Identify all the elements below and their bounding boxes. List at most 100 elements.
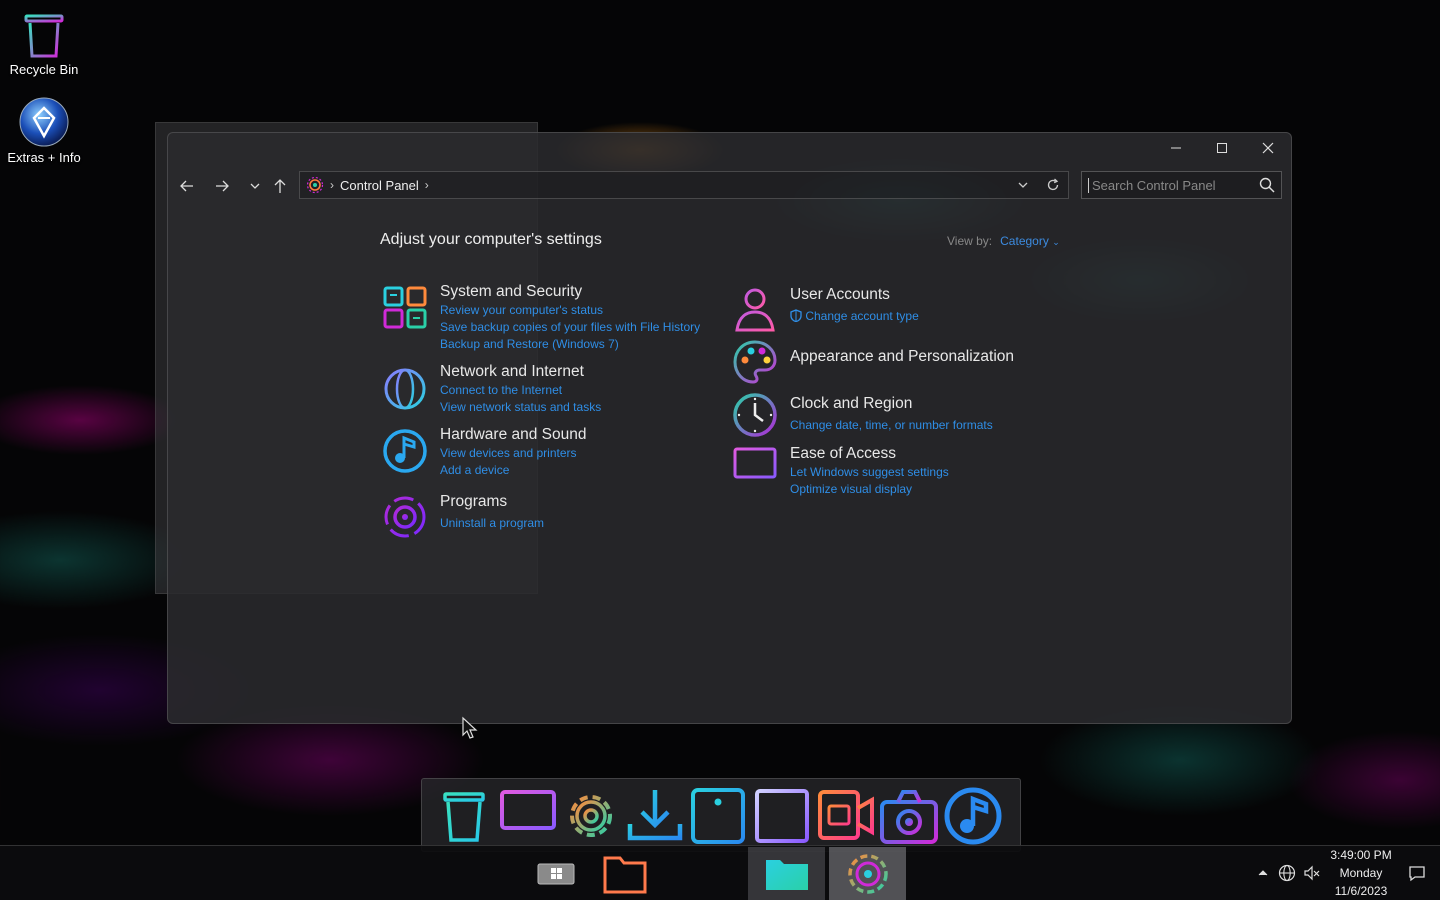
video-icon: [818, 790, 874, 840]
tray-overflow-button[interactable]: [1252, 862, 1274, 884]
category-title[interactable]: Appearance and Personalization: [790, 348, 1014, 366]
category-title[interactable]: User Accounts: [790, 286, 890, 304]
link-date-formats[interactable]: Change date, time, or number formats: [790, 418, 993, 432]
dock: [421, 778, 1021, 852]
page-title: Adjust your computer's settings: [380, 231, 602, 248]
network-icon: [1278, 864, 1296, 882]
category-title[interactable]: Ease of Access: [790, 445, 896, 463]
minimize-button[interactable]: [1153, 133, 1199, 163]
category-title[interactable]: Network and Internet: [440, 363, 584, 381]
category-hardware-sound: Hardware and Sound View devices and prin…: [381, 426, 721, 480]
link-review-status[interactable]: Review your computer's status: [440, 303, 603, 317]
dock-item-recycle-bin[interactable]: [433, 784, 495, 848]
desktop-icon-recycle-bin[interactable]: Recycle Bin: [1, 12, 87, 77]
link-change-account-type[interactable]: Change account type: [790, 309, 919, 323]
link-connect-internet[interactable]: Connect to the Internet: [440, 383, 562, 397]
clock-date: 11/6/2023: [1334, 884, 1388, 898]
link-backup-restore[interactable]: Backup and Restore (Windows 7): [440, 337, 619, 351]
forward-button[interactable]: [208, 173, 236, 199]
system-security-icon[interactable]: [381, 283, 429, 331]
link-suggest-settings[interactable]: Let Windows suggest settings: [790, 465, 949, 479]
breadcrumb-separator-icon: ›: [330, 178, 334, 192]
dock-item-video[interactable]: [815, 784, 877, 848]
desktop-icon-extras-info[interactable]: Extras + Info: [1, 96, 87, 165]
category-title[interactable]: Clock and Region: [790, 395, 912, 413]
navigation-bar: › Control Panel ›: [168, 171, 1291, 201]
dock-item-computer[interactable]: [497, 784, 559, 848]
address-bar[interactable]: › Control Panel ›: [299, 171, 1069, 199]
taskbar-folder-app[interactable]: [748, 847, 825, 900]
refresh-icon: [1047, 178, 1059, 191]
dock-item-info[interactable]: [687, 784, 749, 848]
category-title[interactable]: System and Security: [440, 283, 582, 301]
camera-icon: [880, 790, 938, 844]
caption-buttons: [1153, 133, 1291, 165]
clock-day: Monday: [1339, 866, 1383, 880]
link-add-device[interactable]: Add a device: [440, 463, 509, 477]
clock-icon[interactable]: [731, 391, 779, 439]
link-optimize-display[interactable]: Optimize visual display: [790, 482, 912, 496]
breadcrumb-control-panel[interactable]: Control Panel: [340, 178, 419, 193]
start-icon: [537, 863, 575, 884]
tray-network[interactable]: [1276, 862, 1298, 884]
link-file-history[interactable]: Save backup copies of your files with Fi…: [440, 320, 700, 334]
recent-locations-button[interactable]: [241, 173, 269, 199]
up-button[interactable]: [266, 173, 294, 199]
dock-item-settings[interactable]: [560, 784, 622, 848]
taskbar-control-panel[interactable]: [829, 847, 906, 900]
chevron-down-icon: [250, 183, 260, 189]
search-input[interactable]: [1088, 177, 1258, 193]
category-ease-of-access: Ease of Access Let Windows suggest setti…: [731, 445, 1071, 499]
link-devices-printers[interactable]: View devices and printers: [440, 446, 577, 460]
recycle-bin-icon: [443, 792, 485, 842]
chevron-up-icon: [1258, 870, 1268, 876]
taskbar: 3:49:00 PM Monday 11/6/2023: [0, 845, 1440, 900]
view-by-dropdown[interactable]: Category ⌄: [1000, 234, 1060, 248]
link-label: Change account type: [805, 309, 919, 323]
computer-icon: [500, 790, 556, 843]
dock-item-documents[interactable]: [751, 784, 813, 848]
dock-item-downloads[interactable]: [624, 784, 686, 848]
category-clock-region: Clock and Region Change date, time, or n…: [731, 391, 1071, 443]
info-icon: [691, 788, 745, 844]
maximize-button[interactable]: [1199, 133, 1245, 163]
monitor-icon[interactable]: [731, 445, 779, 493]
breadcrumb-separator-icon[interactable]: ›: [425, 178, 429, 192]
category-network-internet: Network and Internet Connect to the Inte…: [381, 363, 721, 417]
close-icon: [1262, 142, 1274, 154]
category-title[interactable]: Programs: [440, 493, 507, 511]
category-appearance: Appearance and Personalization: [731, 338, 1071, 386]
dock-item-music[interactable]: [942, 784, 1004, 848]
refresh-button[interactable]: [1038, 172, 1068, 198]
taskbar-clock[interactable]: 3:49:00 PM Monday 11/6/2023: [1322, 846, 1400, 900]
shield-icon: [790, 309, 802, 323]
link-network-status[interactable]: View network status and tasks: [440, 400, 601, 414]
back-button[interactable]: [173, 173, 201, 199]
folder-app-icon: [765, 859, 808, 890]
start-button[interactable]: [534, 847, 578, 900]
tray-volume[interactable]: [1301, 862, 1323, 884]
desktop-icon-label: Extras + Info: [7, 150, 81, 165]
notification-center-button[interactable]: [1406, 862, 1428, 884]
search-icon[interactable]: [1259, 177, 1275, 193]
dock-item-camera[interactable]: [878, 784, 940, 848]
user-icon[interactable]: [731, 286, 779, 334]
taskbar-file-explorer[interactable]: [598, 847, 652, 900]
category-title[interactable]: Hardware and Sound: [440, 426, 587, 444]
address-history-button[interactable]: [1008, 172, 1038, 198]
up-icon: [274, 179, 286, 193]
link-uninstall-program[interactable]: Uninstall a program: [440, 516, 544, 530]
extras-info-icon: [19, 97, 69, 147]
view-by: View by: Category ⌄: [947, 234, 1060, 248]
search-box[interactable]: [1081, 171, 1282, 199]
control-panel-window: › Control Panel › Adjust your computer's…: [167, 132, 1292, 724]
programs-icon[interactable]: [381, 493, 429, 541]
close-button[interactable]: [1245, 133, 1291, 163]
music-note-icon[interactable]: [381, 426, 429, 474]
settings-gear-icon: [570, 795, 612, 837]
category-user-accounts: User Accounts Change account type: [731, 286, 1051, 334]
mouse-cursor-icon: [462, 716, 478, 739]
desktop-icon-label: Recycle Bin: [9, 62, 79, 77]
globe-icon[interactable]: [381, 363, 429, 411]
palette-icon[interactable]: [731, 338, 779, 386]
